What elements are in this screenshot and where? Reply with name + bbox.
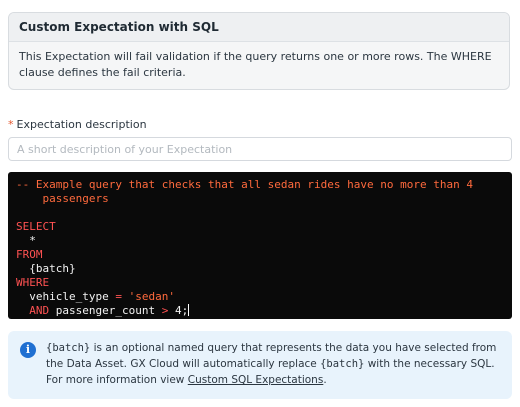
sql-editor[interactable]: -- Example query that checks that all se… xyxy=(8,172,512,319)
sql-keyword-where: WHERE xyxy=(16,276,50,289)
expectation-description-input[interactable] xyxy=(8,137,512,161)
sql-semicolon: ; xyxy=(181,304,189,317)
required-marker: * xyxy=(8,118,14,131)
text-cursor xyxy=(188,304,190,316)
sql-keyword-from: FROM xyxy=(16,248,43,261)
sql-string-value: 'sedan' xyxy=(128,290,175,303)
sql-comment-continued: passengers xyxy=(16,192,109,205)
sql-keyword-select: SELECT xyxy=(16,220,56,233)
custom-sql-expectations-link[interactable]: Custom SQL Expectations xyxy=(188,374,324,386)
code-line-7: {batch} xyxy=(16,262,504,276)
sql-column-passenger-count: passenger_count xyxy=(55,304,156,317)
info-icon: i xyxy=(20,342,36,358)
code-line-6: FROM xyxy=(16,248,504,262)
code-line-9: vehicle_type = 'sedan' xyxy=(16,290,504,304)
sql-star: * xyxy=(29,234,36,247)
code-line-8: WHERE xyxy=(16,276,504,290)
code-line-4: SELECT xyxy=(16,220,504,234)
sql-operator-gt: > xyxy=(161,304,169,317)
info-text-3: . xyxy=(323,374,327,386)
code-line-1: -- Example query that checks that all se… xyxy=(16,178,504,192)
code-line-5: * xyxy=(16,234,504,248)
sql-column-vehicle-type: vehicle_type xyxy=(29,290,109,303)
sql-operator-eq: = xyxy=(115,290,122,303)
card-description: This Expectation will fail validation if… xyxy=(19,50,492,79)
info-code-batch-2: {batch} xyxy=(320,358,365,370)
code-line-2: passengers xyxy=(16,192,504,206)
sql-comment: -- Example query that checks that all se… xyxy=(16,178,473,191)
sql-number: 4 xyxy=(174,304,182,317)
description-label-text: Expectation description xyxy=(16,118,147,131)
code-line-10: AND passenger_count > 4; xyxy=(16,304,504,318)
card-title: Custom Expectation with SQL xyxy=(9,13,509,42)
sql-keyword-and: AND xyxy=(29,304,50,317)
expectation-card: Custom Expectation with SQL This Expecta… xyxy=(8,12,510,90)
sql-batch: {batch} xyxy=(29,262,76,275)
info-callout: i {batch} is an optional named query tha… xyxy=(8,331,512,399)
info-code-batch: {batch} xyxy=(46,342,91,354)
description-label: * Expectation description xyxy=(8,118,147,131)
